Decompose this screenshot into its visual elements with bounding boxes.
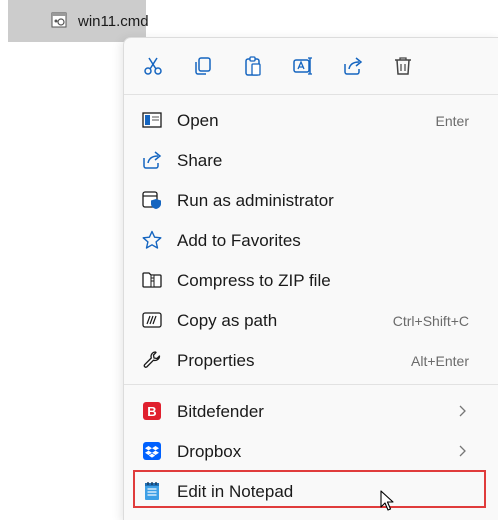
- menu-item-run-as-admin[interactable]: Run as administrator: [132, 182, 491, 218]
- trash-icon: [395, 57, 411, 75]
- svg-text:B: B: [147, 404, 156, 419]
- toolbar-separator: [124, 94, 498, 95]
- scissors-icon: [144, 57, 162, 75]
- chevron-right-icon: [459, 405, 466, 417]
- clipboard-icon: [245, 56, 261, 76]
- rename-icon: [293, 57, 312, 75]
- shield-icon: [142, 190, 162, 210]
- mouse-cursor-icon: [380, 490, 394, 511]
- copy-button[interactable]: [189, 52, 217, 80]
- copy-icon: [195, 57, 211, 75]
- menu-item-share[interactable]: Share: [132, 142, 491, 178]
- rename-button[interactable]: [289, 52, 317, 80]
- share-icon: [142, 150, 162, 170]
- menu-item-compress-zip[interactable]: Compress to ZIP file: [132, 262, 491, 298]
- menu-item-properties[interactable]: Properties Alt+Enter: [132, 342, 491, 378]
- menu-item-add-favorites[interactable]: Add to Favorites: [132, 222, 491, 258]
- chevron-right-icon: [459, 445, 466, 457]
- cmd-file-icon: [51, 12, 67, 28]
- file-name: win11.cmd: [78, 13, 149, 30]
- context-menu: Open Enter Share Run as administrator Ad…: [123, 37, 498, 520]
- selected-file[interactable]: win11.cmd: [8, 0, 149, 42]
- menu-item-open[interactable]: Open Enter: [132, 102, 491, 138]
- copy-path-icon: [142, 310, 162, 330]
- menu-item-dropbox[interactable]: Dropbox: [132, 433, 491, 469]
- dropbox-icon: [142, 441, 162, 461]
- menu-item-bitdefender[interactable]: B Bitdefender: [132, 393, 491, 429]
- delete-button[interactable]: [389, 52, 417, 80]
- share-button[interactable]: [339, 52, 367, 80]
- menu-item-copy-path[interactable]: Copy as path Ctrl+Shift+C: [132, 302, 491, 338]
- paste-button[interactable]: [239, 52, 267, 80]
- share-icon: [344, 57, 363, 75]
- bitdefender-icon: B: [142, 401, 162, 421]
- highlight-box: [133, 470, 486, 508]
- open-window-icon: [142, 110, 162, 130]
- menu-separator: [124, 384, 498, 385]
- cut-button[interactable]: [139, 52, 167, 80]
- context-toolbar: [124, 38, 498, 92]
- zip-folder-icon: [142, 270, 162, 290]
- wrench-icon: [142, 350, 162, 370]
- star-icon: [142, 230, 162, 250]
